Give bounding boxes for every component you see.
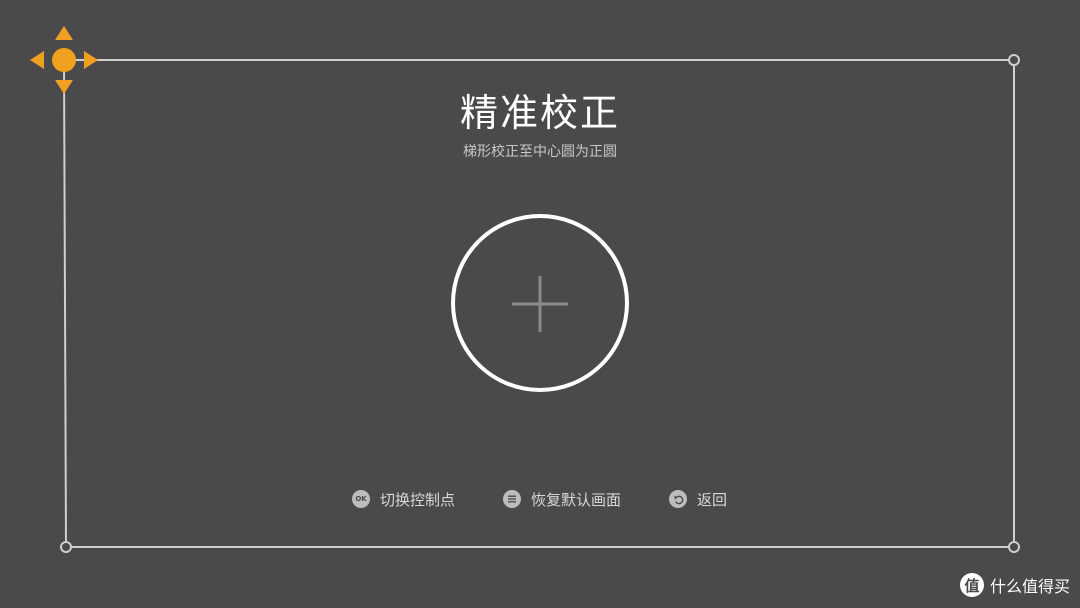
- corner-handle-top-right[interactable]: [1008, 54, 1020, 66]
- back-button-icon: [669, 490, 687, 508]
- corner-handle-bottom-right[interactable]: [1008, 541, 1020, 553]
- page-subtitle: 梯形校正至中心圆为正圆: [463, 144, 617, 160]
- watermark-logo-icon: 值: [959, 573, 984, 597]
- corner-handle-bottom-left[interactable]: [60, 541, 72, 553]
- ok-button-icon: OK: [352, 490, 370, 508]
- hint-switch-control-point[interactable]: OK 切换控制点: [352, 487, 455, 511]
- hint-restore-default[interactable]: 恢复默认画面: [503, 487, 621, 511]
- hint-label: 切换控制点: [380, 490, 456, 509]
- ok-badge-text: OK: [355, 494, 367, 503]
- hint-back[interactable]: 返回: [669, 487, 727, 511]
- menu-button-icon: [503, 490, 521, 508]
- move-arrows-icon: [30, 26, 98, 94]
- center-circle-crosshair-icon: [451, 214, 629, 392]
- hint-label: 恢复默认画面: [531, 490, 622, 509]
- center-circle: [450, 213, 630, 393]
- watermark-text: 什么值得买: [989, 577, 1070, 596]
- hint-label: 返回: [697, 490, 728, 509]
- page-title: 精准校正: [459, 91, 620, 135]
- keystone-calibration-screen: 精准校正 梯形校正至中心圆为正圆 OK 切换控制点 恢复默认画面 返回 值 什么…: [0, 0, 1080, 608]
- watermark: 值 什么值得买: [959, 572, 1070, 598]
- corner-handle-top-left-active[interactable]: [30, 26, 98, 94]
- key-hints-bar: OK 切换控制点 恢复默认画面 返回: [0, 487, 1080, 511]
